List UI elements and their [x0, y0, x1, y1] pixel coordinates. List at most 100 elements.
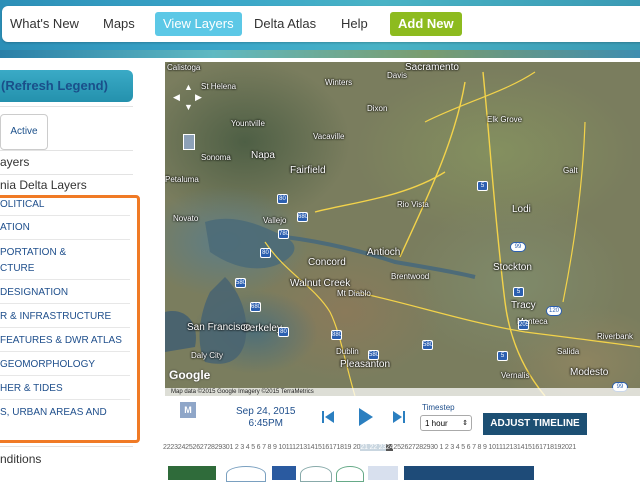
highway-shield: 580: [368, 350, 380, 360]
map-label: Concord: [308, 257, 346, 268]
highway-shield: 580: [235, 278, 247, 288]
layer-category-geomorphology[interactable]: GEOMORPHOLOGY: [0, 357, 95, 372]
tick-labels: 2223242526272829301 2 3 4 5 6 7 8 9 1011…: [163, 444, 361, 451]
highway-shield: 205: [518, 320, 530, 330]
highway-shield: 80: [260, 248, 271, 258]
map-label: Dixon: [367, 104, 388, 113]
timestep-select[interactable]: 1 hour ⇕: [420, 415, 472, 431]
map-water-roads: [165, 71, 640, 396]
layer-category-political[interactable]: OLITICAL: [0, 197, 44, 212]
map-view[interactable]: ▲ ◀ ▶ ▼ Calistoga Sacramento Davis Winte…: [165, 62, 640, 396]
map-label: Vallejo: [263, 216, 287, 225]
play-icon[interactable]: [358, 407, 374, 427]
pan-control[interactable]: ▲ ◀ ▶ ▼: [173, 82, 203, 112]
usgs-logo[interactable]: [168, 466, 216, 480]
layer-category-transportation-line2[interactable]: CTURE: [0, 261, 34, 276]
partner-logo[interactable]: [404, 466, 534, 480]
street-view-pegman-icon[interactable]: [183, 134, 195, 150]
map-label: Brentwood: [391, 272, 430, 281]
date-text: Sep 24, 2015: [236, 406, 296, 417]
highway-shield: 5: [513, 287, 524, 297]
adjust-timeline-button[interactable]: ADJUST TIMELINE: [483, 413, 587, 435]
delta-layers-heading[interactable]: nia Delta Layers: [0, 178, 87, 192]
highway-shield: 680: [297, 212, 309, 222]
divider: [0, 375, 130, 376]
map-label: Walnut Creek: [290, 278, 351, 289]
active-layers-button[interactable]: Active: [0, 114, 48, 150]
skip-forward-icon[interactable]: [393, 410, 405, 424]
map-label: Pleasanton: [340, 359, 391, 370]
map-attribution: Map data ©2015 Google Imagery ©2015 Terr…: [165, 388, 640, 396]
map-label: Salida: [557, 347, 580, 356]
highway-shield: 580: [422, 340, 434, 350]
layer-category-ation[interactable]: ATION: [0, 220, 30, 235]
conditions-heading[interactable]: nditions: [0, 452, 41, 466]
map-label: Stockton: [493, 262, 532, 273]
select-arrows-icon: ⇕: [462, 420, 468, 427]
timeline-ticks[interactable]: 2223242526272829301 2 3 4 5 6 7 8 9 1011…: [163, 444, 576, 451]
map-label: Davis: [387, 71, 408, 80]
map-label: Daly City: [191, 351, 224, 360]
highway-shield: 99: [510, 242, 526, 252]
map-label: Yountville: [231, 119, 265, 128]
map-label: Sacramento: [405, 62, 459, 73]
divider: [0, 303, 130, 304]
layer-category-urban-areas[interactable]: S, URBAN AREAS AND: [0, 405, 107, 420]
time-text: 6:45PM: [248, 418, 283, 429]
map-label: Tracy: [511, 300, 536, 311]
divider: [0, 239, 130, 240]
add-new-button[interactable]: Add New: [390, 12, 462, 36]
layer-category-weather-tides[interactable]: HER & TIDES: [0, 381, 63, 396]
nav-whats-new[interactable]: What's New: [2, 12, 87, 36]
nav-maps[interactable]: Maps: [95, 12, 143, 36]
tick-labels-highlight: 21 22 23: [360, 444, 387, 451]
timestep-value: 1 hour: [425, 419, 448, 428]
highway-shield: 80: [277, 194, 288, 204]
map-label: Winters: [325, 78, 353, 87]
highway-shield: 5: [477, 181, 488, 191]
highway-shield: 80: [278, 327, 289, 337]
layer-category-transportation[interactable]: PORTATION &: [0, 245, 66, 260]
divider: [0, 446, 133, 447]
map-label: Petaluma: [165, 175, 199, 184]
map-label: Modesto: [570, 367, 609, 378]
divider: [0, 279, 130, 280]
highway-shield: 5: [497, 351, 508, 361]
divider: [0, 399, 130, 400]
partner-logo[interactable]: [272, 466, 296, 480]
google-logo: Google: [169, 368, 211, 382]
refresh-legend-link[interactable]: (Refresh Legend): [1, 78, 108, 93]
layer-category-dwr-atlas[interactable]: FEATURES & DWR ATLAS: [0, 333, 122, 348]
map-label: Lodi: [512, 204, 531, 215]
map-label: Riverbank: [597, 332, 634, 341]
layers-heading[interactable]: ayers: [0, 155, 29, 169]
tick-labels: 252627282930 1 2 3 4 5 6 7 8 9 101112131…: [393, 444, 577, 451]
map-label: St Helena: [201, 82, 237, 91]
map-label: Sonoma: [201, 153, 231, 162]
layer-category-designation[interactable]: DESIGNATION: [0, 285, 68, 300]
map-label: Antioch: [367, 247, 401, 258]
divider: [0, 327, 130, 328]
map-label: Fairfield: [290, 165, 326, 176]
nav-help[interactable]: Help: [333, 12, 376, 36]
m-button[interactable]: M: [180, 402, 196, 418]
divider: [0, 215, 130, 216]
divider: [0, 106, 133, 107]
divider: [0, 351, 130, 352]
map-label: Dublin: [336, 347, 359, 356]
layer-category-infrastructure[interactable]: R & INFRASTRUCTURE: [0, 309, 111, 324]
highway-shield: 680: [250, 302, 262, 312]
map-label: Vacaville: [313, 132, 345, 141]
skip-back-icon[interactable]: [322, 410, 334, 424]
nav-view-layers[interactable]: View Layers: [155, 12, 242, 36]
partner-logo[interactable]: [368, 466, 398, 480]
divider: [0, 174, 133, 175]
map-label: Novato: [173, 214, 199, 223]
map-label: Napa: [251, 150, 275, 161]
map-label: Rio Vista: [397, 200, 429, 209]
map-label: Vernalis: [501, 371, 530, 380]
map-label: Mt Diablo: [337, 289, 371, 298]
nav-delta-atlas[interactable]: Delta Atlas: [246, 12, 324, 36]
legend-header: (Refresh Legend): [0, 70, 133, 102]
highway-shield: 120: [546, 306, 562, 316]
